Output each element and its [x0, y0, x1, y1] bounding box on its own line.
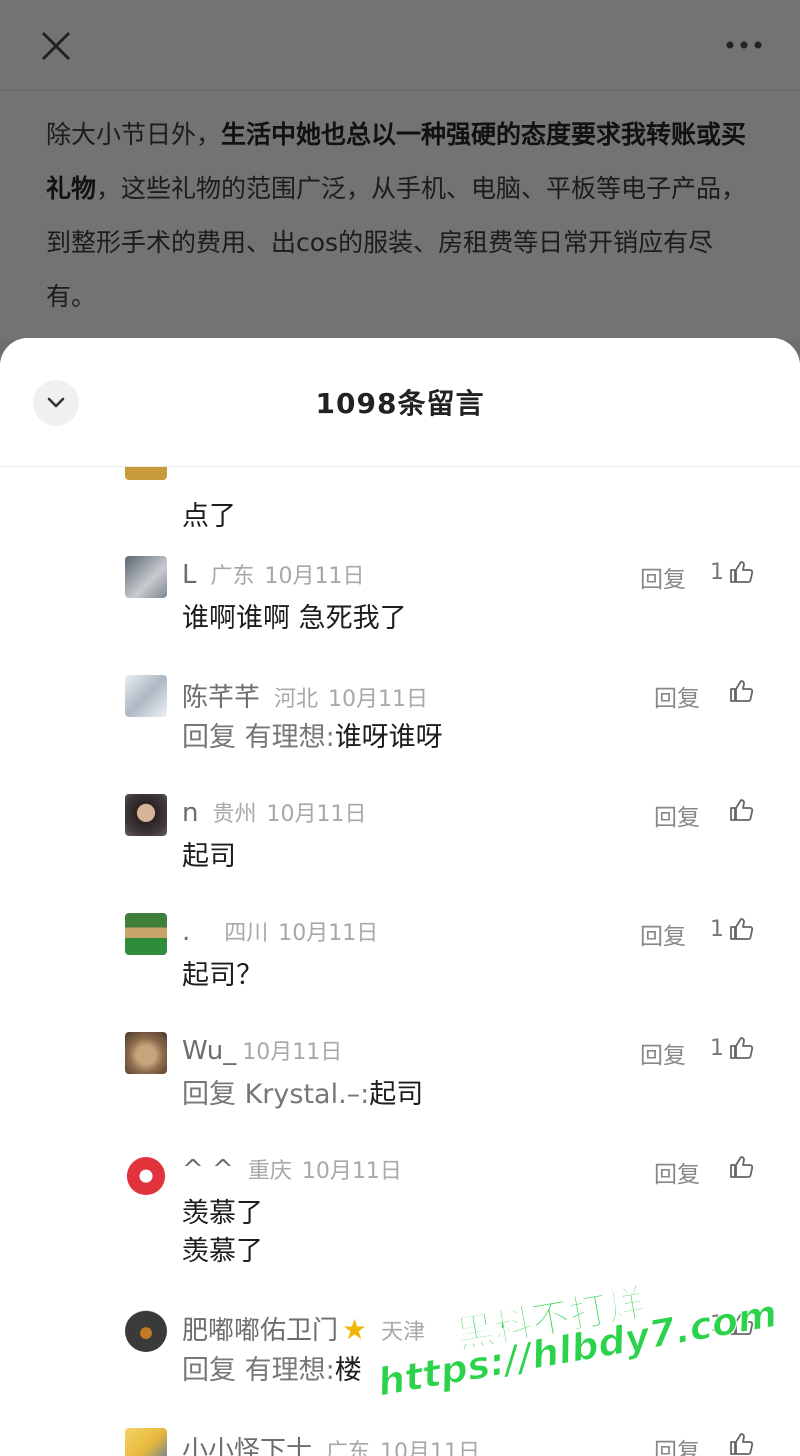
thumbs-up-icon: [730, 1037, 754, 1059]
like-count: 1: [710, 1311, 724, 1337]
article-text: 除大小节日外，生活中她也总以一种强硬的态度要求我转账或买礼物，这些礼物的范围广泛…: [46, 108, 761, 324]
comment-text: 谁呀谁呀: [334, 722, 443, 753]
like-button[interactable]: [728, 678, 754, 704]
avatar[interactable]: [125, 913, 167, 955]
author-name: 小小怪下士: [182, 1436, 313, 1456]
date: 10月11日: [328, 687, 429, 712]
date: 10月11日: [301, 1159, 402, 1184]
comment-count-title: 1098条留言: [315, 387, 485, 420]
comment-author[interactable]: 小小怪下士 广东 10月11日: [182, 1430, 480, 1456]
comment-body: 谁啊谁啊 急死我了: [182, 603, 407, 634]
like-count: 1: [710, 1035, 724, 1061]
comment-text: 起司: [369, 1079, 424, 1110]
thumbs-up-icon: [730, 680, 754, 702]
comment-body: 羡慕了: [182, 1198, 263, 1229]
author-name: n: [182, 798, 199, 828]
location: 广东: [210, 564, 255, 589]
author-name: Wu_: [182, 1036, 237, 1066]
date: 10月11日: [380, 1440, 481, 1456]
location: 广东: [326, 1440, 371, 1456]
comment-author[interactable]: 陈芊芊 河北 10月11日: [182, 677, 428, 714]
reply-button[interactable]: 回复: [654, 679, 700, 713]
author-name: L: [182, 560, 197, 590]
comment-body: 起司: [182, 841, 236, 872]
reply-quote: 回复 有理想:: [182, 722, 335, 753]
thumbs-up-icon: [730, 1156, 754, 1178]
date: 10月11日: [266, 802, 367, 827]
close-button[interactable]: [34, 24, 78, 68]
comment-author[interactable]: . 四川 10月11日: [182, 915, 378, 947]
date: 10月11日: [264, 564, 365, 589]
avatar[interactable]: [125, 1428, 167, 1456]
sheet-header: 1098条留言: [0, 338, 800, 467]
location: 重庆: [247, 1159, 292, 1184]
avatar[interactable]: [125, 794, 167, 836]
comment-body: 回复 有理想:楼: [182, 1352, 362, 1390]
like-button[interactable]: 1: [710, 1311, 754, 1337]
thumbs-up-icon: [730, 799, 754, 821]
like-button[interactable]: [728, 1431, 754, 1456]
thumbs-up-icon: [730, 918, 754, 940]
comment-body-line2: 羡慕了: [182, 1236, 263, 1267]
thumbs-up-icon: [730, 1313, 754, 1335]
comments-sheet: 1098条留言 点了 L 广东 10月11日 回复 1 谁啊谁啊 急死我了 陈芊芊河…: [0, 338, 800, 1456]
avatar[interactable]: [125, 675, 167, 717]
close-icon: [41, 31, 71, 61]
top-bar: [0, 0, 800, 91]
reply-quote: 回复 Krystal.–:: [182, 1079, 370, 1110]
author-name: 陈芊芊: [182, 683, 261, 713]
avatar[interactable]: [125, 1310, 167, 1352]
like-button[interactable]: [728, 797, 754, 823]
reply-button[interactable]: 回复: [640, 1036, 686, 1070]
like-button[interactable]: [728, 1154, 754, 1180]
comment-author[interactable]: Wu_ 10月11日: [182, 1034, 342, 1066]
comment-author[interactable]: ^ ^ 重庆 10月11日: [182, 1153, 402, 1185]
star-badge-icon: ★: [342, 1313, 368, 1346]
comment-body: 回复 Krystal.–:起司: [182, 1076, 423, 1114]
like-count: 1: [710, 916, 724, 942]
comment-body: 回复 有理想:谁呀谁呀: [182, 719, 443, 757]
avatar[interactable]: [125, 1032, 167, 1074]
date: 10月11日: [242, 1040, 343, 1065]
author-name: ^ ^: [182, 1155, 234, 1185]
reply-button[interactable]: 回复: [640, 560, 686, 594]
thumbs-up-icon: [730, 561, 754, 583]
avatar[interactable]: [125, 1153, 167, 1195]
like-button[interactable]: 1: [710, 1035, 754, 1061]
avatar[interactable]: [125, 556, 167, 598]
date: 10月11日: [278, 921, 379, 946]
comment-author[interactable]: L 广东 10月11日: [182, 558, 365, 590]
location: 贵州: [212, 802, 257, 827]
reply-button[interactable]: 回复: [654, 1432, 700, 1456]
more-button[interactable]: [724, 30, 764, 60]
comment-author[interactable]: 肥嘟嘟佑卫门 ★ 天津: [182, 1310, 425, 1347]
author-name: 肥嘟嘟佑卫门: [182, 1316, 339, 1346]
thumbs-up-icon: [730, 1433, 754, 1455]
article-text-rest: ，这些礼物的范围广泛，从手机、电脑、平板等电子产品，到整形手术的费用、出cos的…: [46, 174, 747, 311]
comment-text: 楼: [334, 1355, 362, 1386]
article-background: 除大小节日外，生活中她也总以一种强硬的态度要求我转账或买礼物，这些礼物的范围广泛…: [0, 0, 800, 340]
comment-body: 起司？: [182, 960, 263, 991]
location: 四川: [224, 921, 269, 946]
comment-author[interactable]: n 贵州 10月11日: [182, 796, 367, 828]
like-button[interactable]: 1: [710, 559, 754, 585]
reply-button[interactable]: 回复: [640, 917, 686, 951]
reply-quote: 回复 有理想:: [182, 1355, 335, 1386]
location: 天津: [381, 1320, 426, 1345]
like-count: 1: [710, 559, 724, 585]
reply-button[interactable]: 回复: [654, 798, 700, 832]
like-button[interactable]: 1: [710, 916, 754, 942]
location: 河北: [274, 687, 319, 712]
more-icon: [726, 41, 762, 49]
article-text-normal: 除大小节日外，: [46, 120, 222, 149]
reply-button[interactable]: 回复: [654, 1155, 700, 1189]
author-name: .: [182, 917, 191, 947]
comment-body: 点了: [182, 501, 236, 532]
